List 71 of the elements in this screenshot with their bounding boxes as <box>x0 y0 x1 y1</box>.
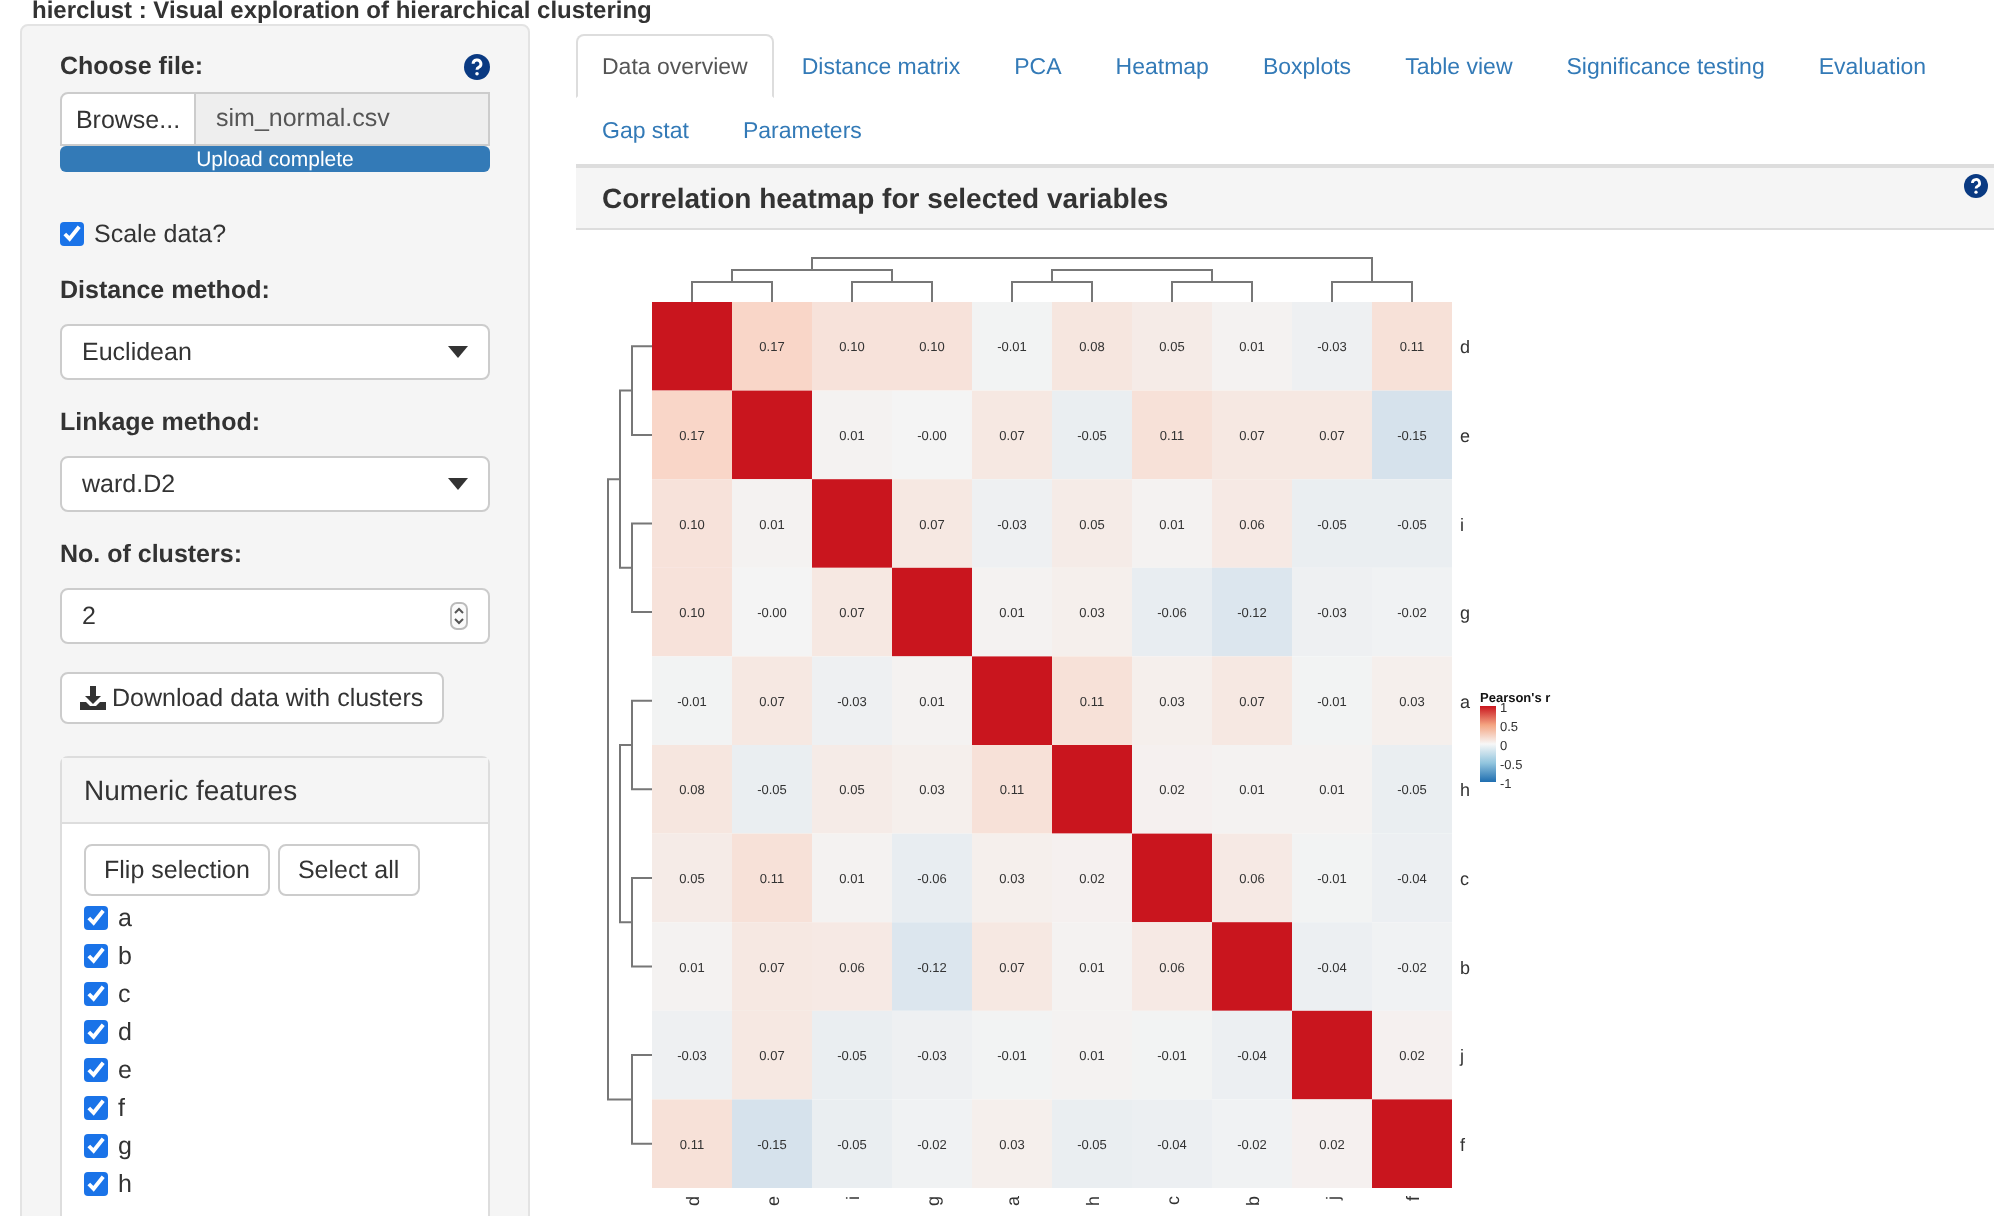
feature-checkbox[interactable] <box>84 905 108 929</box>
feature-checkbox[interactable] <box>84 1133 108 1157</box>
feature-label: c <box>118 979 131 1007</box>
clusters-label: No. of clusters: <box>60 540 244 568</box>
row-label: e <box>1460 425 1471 446</box>
tab[interactable]: Gap stat <box>576 98 715 164</box>
feature-label: b <box>118 941 132 969</box>
select-all-button[interactable]: Select all <box>277 844 420 896</box>
download-button[interactable]: Download data with clusters <box>60 672 444 724</box>
distance-label: Distance method: <box>60 276 272 304</box>
panel-title: Correlation heatmap for selected variables <box>602 182 1169 214</box>
column-label: e <box>763 1196 783 1207</box>
column-label: f <box>1403 1196 1423 1202</box>
scale-label: Scale data? <box>94 220 227 248</box>
features-header: Numeric features <box>62 758 488 824</box>
row-label: c <box>1460 868 1469 889</box>
clusters-input[interactable]: 2 <box>60 588 490 644</box>
spinner-icon <box>450 602 468 630</box>
help-icon[interactable] <box>464 53 490 79</box>
column-label: j <box>1323 1196 1343 1200</box>
tab[interactable]: Heatmap <box>1089 34 1235 98</box>
browse-button[interactable]: Browse... <box>60 92 196 146</box>
caret-icon <box>448 478 468 490</box>
upload-status: Upload complete <box>196 147 354 171</box>
column-label: h <box>1083 1196 1103 1207</box>
tab[interactable]: Distance matrix <box>775 34 987 98</box>
feature-label: a <box>118 903 132 931</box>
feature-label: f <box>118 1093 125 1121</box>
file-label: Choose file: <box>60 52 204 80</box>
tab[interactable]: Parameters <box>716 98 888 164</box>
column-label: d <box>683 1196 703 1207</box>
row-label: i <box>1460 514 1464 535</box>
tab[interactable]: Data overview <box>576 34 774 98</box>
feature-checkbox[interactable] <box>84 1019 108 1043</box>
linkage-select[interactable]: ward.D2 <box>60 456 490 512</box>
feature-checkbox[interactable] <box>84 1057 108 1081</box>
file-name-field: sim_normal.csv <box>196 92 490 146</box>
row-label: f <box>1460 1134 1466 1155</box>
row-label: j <box>1460 1046 1464 1067</box>
row-label: d <box>1460 337 1471 358</box>
app-title: hierclust : Visual exploration of hierarchical clustering <box>32 0 654 24</box>
row-label: g <box>1460 603 1471 624</box>
column-label: a <box>1003 1196 1023 1207</box>
download-icon <box>80 686 106 710</box>
feature-checkbox[interactable] <box>84 1171 108 1195</box>
row-label: h <box>1460 780 1471 801</box>
tab[interactable]: Significance testing <box>1540 34 1791 98</box>
feature-label: g <box>118 1131 132 1159</box>
feature-label: e <box>118 1055 132 1083</box>
column-label: i <box>843 1196 863 1200</box>
row-label: a <box>1460 691 1471 712</box>
legend-colorbar <box>1480 706 1496 782</box>
caret-icon <box>448 346 468 358</box>
feature-checkbox[interactable] <box>84 1095 108 1119</box>
distance-select[interactable]: Euclidean <box>60 324 490 380</box>
flip-selection-button[interactable]: Flip selection <box>84 844 270 896</box>
feature-label: d <box>118 1017 132 1045</box>
feature-checkbox[interactable] <box>84 943 108 967</box>
column-label: g <box>923 1196 943 1207</box>
feature-label: h <box>118 1169 132 1197</box>
column-label: c <box>1163 1196 1183 1205</box>
column-label: b <box>1243 1196 1263 1207</box>
tab[interactable]: Boxplots <box>1236 34 1378 98</box>
tab[interactable]: Evaluation <box>1792 34 1953 98</box>
scale-checkbox[interactable] <box>60 222 84 246</box>
tab[interactable]: Table view <box>1379 34 1539 98</box>
tab[interactable]: PCA <box>988 34 1088 98</box>
linkage-label: Linkage method: <box>60 408 263 436</box>
feature-checkbox[interactable] <box>84 981 108 1005</box>
row-label: b <box>1460 957 1471 978</box>
help-icon[interactable] <box>1964 174 1988 198</box>
